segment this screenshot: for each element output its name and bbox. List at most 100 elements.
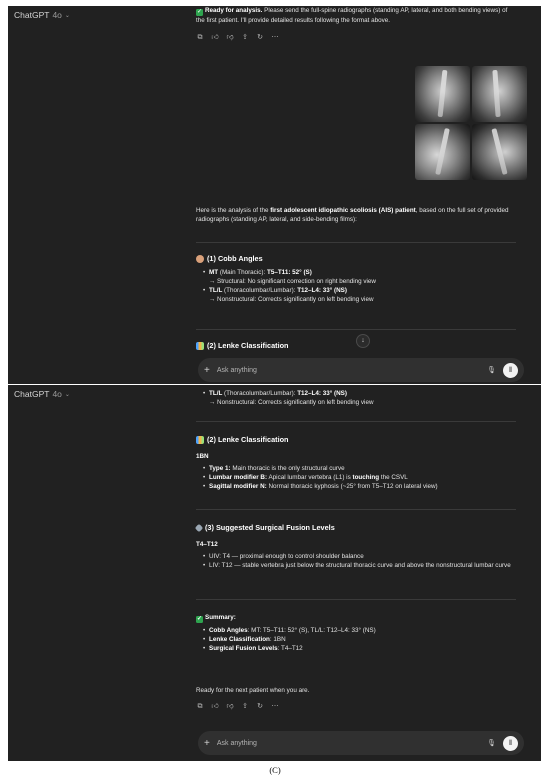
lenke-heading: (2) Lenke Classification bbox=[196, 435, 516, 446]
tl-value: T12–L4: 33° (NS) bbox=[297, 286, 347, 294]
radiograph-attachments[interactable] bbox=[415, 66, 527, 180]
message-actions: ⧉ 👍︎ 👎︎ ⇪ ↻ ⋯ bbox=[196, 702, 516, 712]
cobb-heading: (1) Cobb Angles bbox=[196, 254, 516, 265]
check-mark-icon: ✓ bbox=[196, 9, 203, 16]
chart-icon bbox=[196, 436, 204, 445]
regenerate-icon[interactable]: ↻ bbox=[256, 702, 264, 712]
summary-list: Cobb Angles: MT: T5–T11: 52° (S), TL/L: … bbox=[196, 626, 516, 654]
fusion-range: T4–T12 bbox=[196, 540, 218, 548]
app-name: ChatGPT bbox=[14, 10, 50, 20]
voice-icon[interactable]: ⦀ bbox=[503, 362, 518, 378]
cobb-title: (1) Cobb Angles bbox=[207, 254, 263, 263]
sum-fusion-label: Surgical Fusion Levels bbox=[209, 645, 278, 653]
summary-heading: ✓ Summary: bbox=[196, 613, 516, 623]
composer-input[interactable]: Ask anything bbox=[217, 740, 487, 747]
fusion-heading: (3) Suggested Surgical Fusion Levels bbox=[194, 523, 516, 534]
lenke-code: 1BN bbox=[196, 452, 209, 460]
lenke-title: (2) Lenke Classification bbox=[207, 435, 289, 444]
mt-paren: (Main Thoracic): bbox=[218, 268, 267, 276]
share-icon[interactable]: ⇪ bbox=[241, 33, 249, 43]
more-icon[interactable]: ⋯ bbox=[271, 33, 279, 43]
plus-icon[interactable]: + bbox=[204, 365, 210, 376]
assistant-message-ready: ✓ Ready for analysis. Please send the ful… bbox=[196, 6, 516, 25]
analysis-intro: Here is the analysis of the first adoles… bbox=[196, 206, 516, 224]
tl-value: T12–L4: 33° (NS) bbox=[297, 390, 347, 397]
check-mark-icon: ✓ bbox=[196, 616, 203, 623]
type-label: Type 1: bbox=[209, 464, 231, 472]
lumbar-text-pre: Apical lumbar vertebra (L1) is bbox=[267, 473, 353, 481]
cobb-list-2: TL/L (Thoracolumbar/Lumbar): T12–L4: 33°… bbox=[196, 286, 516, 295]
chat-screenshot-top: ChatGPT 4o ⌄ ✓ Ready for analysis. Please… bbox=[8, 6, 541, 384]
chart-icon bbox=[196, 342, 204, 351]
tl-carryover: TL/L (Thoracolumbar/Lumbar): T12–L4: 33°… bbox=[196, 389, 516, 407]
message-actions: ⧉ 👍︎ 👎︎ ⇪ ↻ ⋯ bbox=[196, 33, 516, 43]
fusion-list: UIV: T4 — proximal enough to control sho… bbox=[196, 552, 516, 570]
radiograph-right-bending[interactable] bbox=[415, 124, 470, 180]
voice-icon[interactable]: ⦀ bbox=[503, 735, 518, 751]
thumbs-down-icon[interactable]: 👎︎ bbox=[226, 33, 234, 43]
radiograph-ap[interactable] bbox=[415, 66, 470, 122]
tl-list: TL/L (Thoracolumbar/Lumbar): T12–L4: 33°… bbox=[196, 389, 516, 398]
radiograph-left-bending[interactable] bbox=[472, 124, 527, 180]
model-version: 4o bbox=[52, 389, 62, 399]
message-composer[interactable]: + Ask anything 🎙︎ ⦀ bbox=[198, 358, 524, 382]
tl-paren: (Thoracolumbar/Lumbar): bbox=[222, 390, 298, 397]
model-selector[interactable]: ChatGPT 4o ⌄ bbox=[14, 10, 70, 20]
mic-icon[interactable]: 🎙︎ bbox=[487, 739, 496, 747]
list-item: Cobb Angles: MT: T5–T11: 52° (S), TL/L: … bbox=[203, 626, 516, 635]
mic-icon[interactable]: 🎙︎ bbox=[487, 366, 496, 374]
summary-section: ✓Summary: Cobb Angles: MT: T5–T11: 52° (… bbox=[196, 613, 516, 654]
fusion-title: (3) Suggested Surgical Fusion Levels bbox=[205, 523, 335, 532]
model-selector[interactable]: ChatGPT 4o ⌄ bbox=[14, 389, 70, 399]
chat-screenshot-bottom: ChatGPT 4o ⌄ TL/L (Thoracolumbar/Lumbar)… bbox=[8, 385, 541, 761]
lenke-title: (2) Lenke Classification bbox=[207, 341, 289, 350]
lumbar-text-bold: touching bbox=[352, 473, 380, 481]
lumbar-text-post: the CSVL bbox=[379, 473, 408, 481]
sagittal-text: Normal thoracic kyphosis (~25° from T5–T… bbox=[266, 482, 438, 490]
closing-text: Ready for the next patient when you are. bbox=[196, 687, 310, 694]
sum-cobb-text: : MT: T5–T11: 52° (S), TL/L: T12–L4: 33°… bbox=[247, 627, 376, 634]
sum-fusion-text: : T4–T12 bbox=[277, 645, 303, 653]
sum-lenke-text: : 1BN bbox=[269, 636, 286, 644]
radiograph-lateral[interactable] bbox=[472, 66, 527, 122]
mt-value: T5–T11: 52° (S) bbox=[266, 268, 312, 276]
chevron-down-icon: ⌄ bbox=[64, 12, 70, 19]
tl-label: TL/L bbox=[209, 286, 223, 294]
thumbs-up-icon[interactable]: 👍︎ bbox=[211, 702, 219, 712]
intro-pre: Here is the analysis of the bbox=[196, 207, 271, 214]
share-icon[interactable]: ⇪ bbox=[241, 702, 249, 712]
figure-caption: (C) bbox=[269, 765, 281, 775]
copy-icon[interactable]: ⧉ bbox=[196, 33, 204, 43]
mt-note: → Structural: No significant correction … bbox=[209, 277, 376, 285]
list-item: TL/L (Thoracolumbar/Lumbar): T12–L4: 33°… bbox=[203, 389, 516, 398]
tl-label: TL/L bbox=[209, 390, 223, 397]
lumbar-label: Lumbar modifier B: bbox=[209, 473, 268, 481]
divider bbox=[196, 329, 516, 330]
copy-icon[interactable]: ⧉ bbox=[196, 702, 204, 712]
sum-lenke-label: Lenke Classification bbox=[209, 636, 270, 644]
regenerate-icon[interactable]: ↻ bbox=[256, 33, 264, 43]
mt-label: MT bbox=[209, 268, 219, 276]
list-item: LIV: T12 — stable vertebra just below th… bbox=[203, 561, 516, 570]
divider bbox=[196, 509, 516, 510]
list-item: Type 1: Main thoracic is the only struct… bbox=[203, 464, 516, 473]
composer-input[interactable]: Ask anything bbox=[217, 367, 487, 374]
model-version: 4o bbox=[52, 10, 62, 20]
cobb-list: MT (Main Thoracic): T5–T11: 52° (S) bbox=[196, 268, 516, 277]
thumbs-up-icon[interactable]: 👍︎ bbox=[211, 33, 219, 43]
plus-icon[interactable]: + bbox=[204, 738, 210, 749]
intro-bold: first adolescent idiopathic scoliosis (A… bbox=[270, 207, 416, 214]
thumbs-down-icon[interactable]: 👎︎ bbox=[226, 702, 234, 712]
more-icon[interactable]: ⋯ bbox=[271, 702, 279, 712]
tl-note: → Nonstructural: Corrects significantly … bbox=[209, 295, 374, 303]
list-item: UIV: T4 — proximal enough to control sho… bbox=[203, 552, 516, 561]
lenke-list: Type 1: Main thoracic is the only struct… bbox=[196, 464, 516, 492]
tl-paren: (Thoracolumbar/Lumbar): bbox=[222, 286, 298, 294]
message-composer[interactable]: + Ask anything 🎙︎ ⦀ bbox=[198, 731, 524, 755]
tl-note: → Nonstructural: Corrects significantly … bbox=[209, 399, 374, 407]
list-item: TL/L (Thoracolumbar/Lumbar): T12–L4: 33°… bbox=[203, 286, 516, 295]
divider bbox=[196, 242, 516, 243]
divider bbox=[196, 421, 516, 422]
list-item: MT (Main Thoracic): T5–T11: 52° (S) bbox=[203, 268, 516, 277]
scroll-down-icon[interactable]: ↓ bbox=[356, 334, 370, 348]
